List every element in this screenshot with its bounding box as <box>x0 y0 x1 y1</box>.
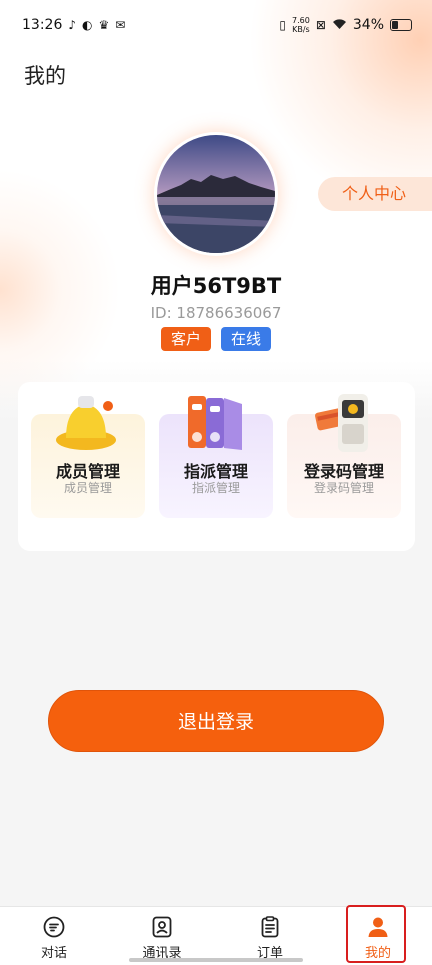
card-terminal-icon <box>315 394 368 452</box>
bottom-tab-bar: 对话 通讯录 订单 我的 <box>0 906 432 965</box>
member-management-button[interactable]: 成员管理 成员管理 <box>31 396 145 518</box>
no-sim-icon: ⊠ <box>315 18 326 32</box>
vibrate-icon: ▯ <box>279 18 286 32</box>
avatar-image <box>157 135 275 253</box>
tab-chat[interactable]: 对话 <box>0 907 108 965</box>
person-icon <box>368 917 388 937</box>
online-status-tag: 在线 <box>221 327 272 351</box>
mail-icon: ✉ <box>115 18 126 32</box>
net-speed-unit: KB/s <box>292 25 310 34</box>
contacts-icon <box>152 916 172 938</box>
order-icon <box>261 916 279 938</box>
function-card: 成员管理 成员管理 指派管理 指派管理 登录码管理 登录码管理 <box>18 382 415 551</box>
personal-center-button[interactable]: 个人中心 <box>318 177 432 211</box>
tab-orders[interactable]: 订单 <box>216 907 324 965</box>
battery-fill <box>392 21 398 29</box>
status-bar: 13:26 ♪ ◐ ♛ ✉ ▯ 7.60 KB/s ⊠ 34% <box>0 0 432 50</box>
net-speed-value: 7.60 <box>292 16 310 25</box>
wifi-icon <box>332 18 347 32</box>
avatar[interactable] <box>154 132 278 256</box>
function-subtitle: 成员管理 <box>63 481 112 495</box>
tab-label: 我的 <box>364 946 391 961</box>
bell-icon <box>56 396 116 450</box>
folders-icon <box>188 396 242 450</box>
status-left: 13:26 ♪ ◐ ♛ ✉ <box>22 17 125 33</box>
page-title: 我的 <box>24 64 66 88</box>
home-indicator[interactable] <box>129 958 303 962</box>
tab-contacts[interactable]: 通讯录 <box>108 907 216 965</box>
function-subtitle: 指派管理 <box>191 481 240 495</box>
username: 用户56T9BT <box>150 274 282 298</box>
status-time: 13:26 <box>22 17 63 33</box>
crown-icon: ♛ <box>98 18 110 32</box>
role-tag: 客户 <box>160 327 211 351</box>
app-icon: ◐ <box>82 18 93 32</box>
login-code-management-button[interactable]: 登录码管理 登录码管理 <box>287 394 401 518</box>
tab-label: 对话 <box>40 946 67 961</box>
net-speed: 7.60 KB/s <box>292 16 310 34</box>
chat-icon <box>43 916 65 938</box>
logout-button[interactable]: 退出登录 <box>48 690 384 752</box>
user-tags: 客户 在线 <box>0 327 432 351</box>
battery-percent: 34% <box>352 17 384 33</box>
tiktok-icon: ♪ <box>68 18 77 32</box>
function-subtitle: 登录码管理 <box>313 481 374 495</box>
battery-icon <box>390 19 412 31</box>
status-right: ▯ 7.60 KB/s ⊠ 34% <box>279 16 412 34</box>
assignment-management-button[interactable]: 指派管理 指派管理 <box>159 396 273 518</box>
user-id: ID: 18786636067 <box>150 304 282 322</box>
tab-mine[interactable]: 我的 <box>324 907 432 965</box>
